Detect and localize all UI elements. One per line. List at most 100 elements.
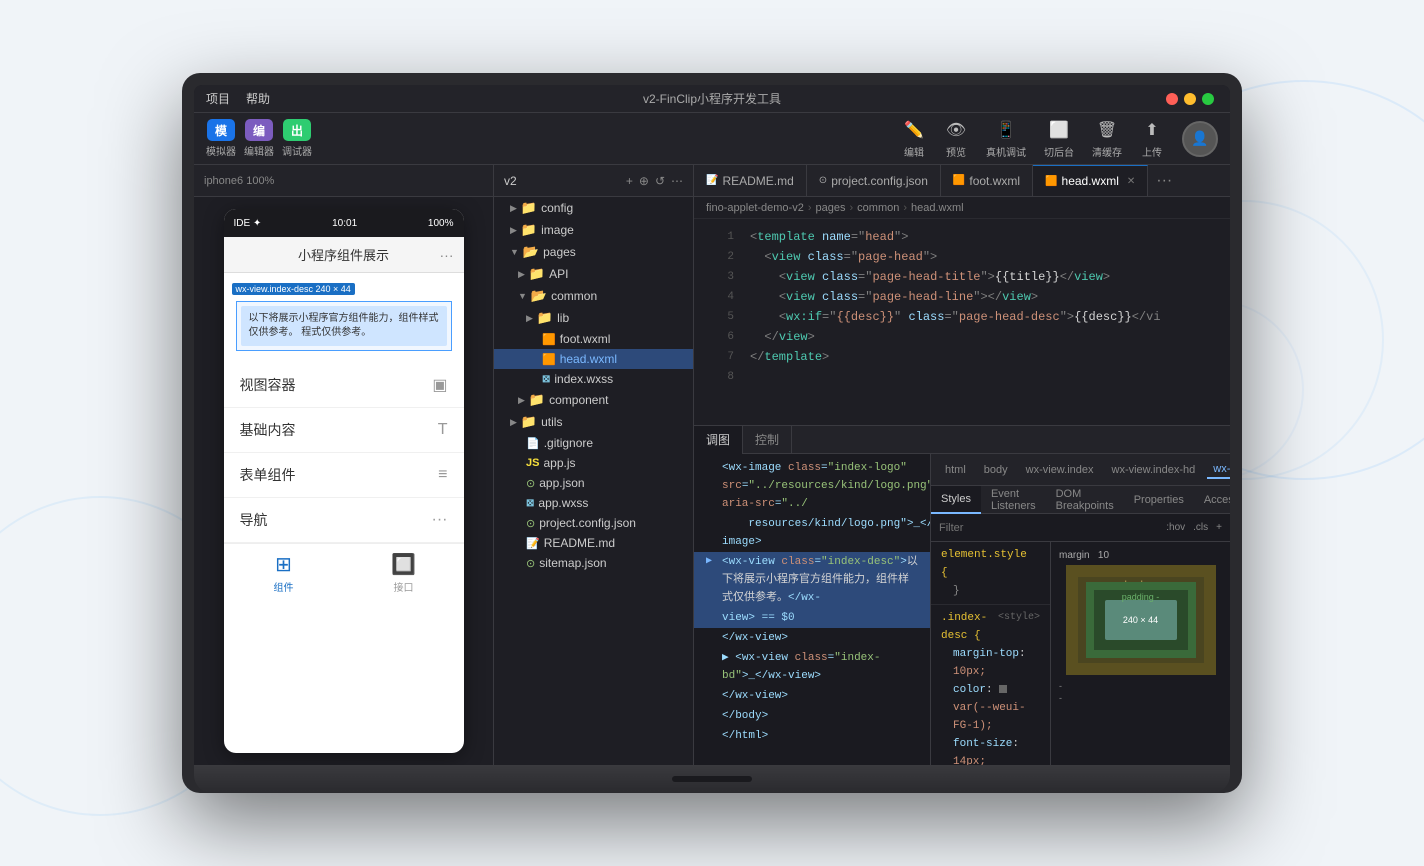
tree-item-readme[interactable]: 📝 README.md (494, 533, 693, 553)
editor-tab-readme[interactable]: 📝 README.md (694, 165, 807, 197)
action-preview[interactable]: 👁 预览 (944, 118, 968, 159)
tree-item-component[interactable]: ▶ 📁 component (494, 389, 693, 411)
edit-icon: ✏️ (902, 118, 926, 142)
code-editor[interactable]: 1 <template name="head"> 2 <view class="… (694, 219, 1230, 425)
html-line-0: <wx-image class="index-logo" src="../res… (694, 458, 930, 514)
editor-tab-label: 编辑器 (244, 143, 274, 158)
tree-item-utils[interactable]: ▶ 📁 utils (494, 411, 693, 433)
bottom-tab-component[interactable]: ⊞ 组件 (224, 544, 344, 602)
phone-nav-list: 视图容器 ▣ 基础内容 T 表单组件 ≡ (224, 363, 464, 543)
editor-tab-head-wxml[interactable]: 🟧 head.wxml ✕ (1033, 165, 1148, 197)
action-background[interactable]: ⬜ 切后台 (1044, 118, 1074, 159)
code-content-2: <view class="page-head"> (750, 247, 1218, 267)
user-avatar[interactable]: 👤 (1182, 121, 1218, 157)
tree-item-lib[interactable]: ▶ 📁 lib (494, 307, 693, 329)
folder-icon-lib: 📁 (537, 310, 553, 326)
selector-wx-view-index-desc[interactable]: wx-view.index-desc (1207, 461, 1230, 479)
tab-more-button[interactable]: ··· (1148, 172, 1180, 190)
code-line-4: 4 <view class="page-head-line"></view> (694, 287, 1230, 307)
tab-debugger[interactable]: 出 调试器 (282, 119, 312, 158)
tab-editor[interactable]: 编 编辑器 (244, 119, 274, 158)
menu-item-help[interactable]: 帮助 (246, 90, 270, 107)
tree-item-image[interactable]: ▶ 📁 image (494, 219, 693, 241)
editor-tab-icon: 编 (245, 119, 273, 141)
app-js-icon: JS (526, 457, 539, 469)
close-button[interactable] (1166, 93, 1178, 105)
code-content-6: </view> (750, 327, 1218, 347)
phone-header-more[interactable]: ··· (440, 247, 454, 263)
styles-tab-accessibility[interactable]: Accessibility (1194, 486, 1230, 514)
preview-icon: 👁 (944, 118, 968, 142)
head-tab-label: head.wxml (1062, 174, 1119, 188)
html-line-1: resources/kind/logo.png">_</wx-image> (694, 514, 930, 552)
tree-icon-4[interactable]: ⋯ (671, 174, 683, 188)
bottom-tab-interface[interactable]: 🔲 接口 (344, 544, 464, 602)
head-tab-close[interactable]: ✕ (1127, 176, 1135, 187)
html-content-1: resources/kind/logo.png">_</wx-image> (722, 515, 930, 551)
styles-tab-dom-breakpoints[interactable]: DOM Breakpoints (1046, 486, 1124, 514)
nav-item-0[interactable]: 视图容器 ▣ (224, 363, 464, 408)
phone-frame: IDE ✦ 10:01 100% 小程序组件展示 ··· (224, 209, 464, 753)
action-clear-cache[interactable]: 🗑 清缓存 (1092, 118, 1122, 159)
tree-item-pages[interactable]: ▼ 📂 pages (494, 241, 693, 263)
tree-item-project-config[interactable]: ⊙ project.config.json (494, 513, 693, 533)
tree-item-app-json[interactable]: ⊙ app.json (494, 473, 693, 493)
styles-tab-styles[interactable]: Styles (931, 486, 981, 514)
bottom-tab-diagram[interactable]: 调图 (694, 426, 743, 454)
editor-tab-project-config[interactable]: ⊙ project.config.json (807, 165, 941, 197)
chevron-image: ▶ (510, 225, 517, 236)
tree-item-sitemap[interactable]: ⊙ sitemap.json (494, 553, 693, 573)
action-upload[interactable]: ⬆ 上传 (1140, 118, 1164, 159)
filter-hov-button[interactable]: :hov (1166, 522, 1185, 533)
border-box: padding - 240 × 44 (1086, 582, 1196, 658)
styles-tab-properties[interactable]: Properties (1124, 486, 1194, 514)
selector-wx-view-index-hd[interactable]: wx-view.index-hd (1106, 462, 1202, 478)
tree-item-index-wxss[interactable]: ⊠ index.wxss (494, 369, 693, 389)
filter-plus-button[interactable]: + (1216, 522, 1222, 533)
tree-item-api[interactable]: ▶ 📁 API (494, 263, 693, 285)
tree-item-app-js[interactable]: JS app.js (494, 453, 693, 473)
tree-label-project-config: project.config.json (539, 516, 636, 530)
laptop-base (194, 765, 1230, 793)
action-device-debug[interactable]: 📱 真机调试 (986, 118, 1026, 159)
head-wxml-icon: 🟧 (542, 353, 556, 366)
debugger-tab-label: 调试器 (282, 143, 312, 158)
code-line-7: 7 </template> (694, 347, 1230, 367)
editor-tab-foot-wxml[interactable]: 🟧 foot.wxml (941, 165, 1033, 197)
selector-html[interactable]: html (939, 462, 972, 478)
style-prop-font-size: font-size: 14px; (953, 735, 1040, 765)
tree-item-common[interactable]: ▼ 📂 common (494, 285, 693, 307)
highlight-container: wx-view.index-desc 240 × 44 以下将展示小程序官方组件… (232, 301, 456, 351)
code-line-2: 2 <view class="page-head"> (694, 247, 1230, 267)
tree-item-gitignore[interactable]: 📄 .gitignore (494, 433, 693, 453)
tree-item-app-wxss[interactable]: ⊠ app.wxss (494, 493, 693, 513)
minimize-button[interactable] (1184, 93, 1196, 105)
tab-simulator[interactable]: 模 模拟器 (206, 119, 236, 158)
tree-item-foot-wxml[interactable]: 🟧 foot.wxml (494, 329, 693, 349)
status-left: IDE ✦ (234, 218, 262, 229)
menubar: 项目 帮助 v2-FinClip小程序开发工具 (194, 85, 1230, 113)
bottom-tab-control[interactable]: 控制 (743, 426, 792, 454)
device-label: iphone6 100% (204, 175, 274, 187)
tree-icon-1[interactable]: + (626, 174, 633, 188)
head-tab-icon: 🟧 (1045, 176, 1057, 187)
menu-item-project[interactable]: 项目 (206, 90, 230, 107)
tree-item-head-wxml[interactable]: 🟧 head.wxml (494, 349, 693, 369)
selector-wx-view-index[interactable]: wx-view.index (1020, 462, 1100, 478)
tree-item-config[interactable]: ▶ 📁 config (494, 197, 693, 219)
filter-cls-button[interactable]: .cls (1193, 522, 1208, 533)
html-line-6: </wx-view> (694, 686, 930, 706)
nav-icon-0: ▣ (432, 375, 447, 395)
tree-icon-2[interactable]: ⊕ (639, 174, 649, 188)
styles-tab-event-listeners[interactable]: Event Listeners (981, 486, 1046, 514)
action-edit[interactable]: ✏️ 编辑 (902, 118, 926, 159)
tree-icon-3[interactable]: ↺ (655, 174, 665, 188)
selector-body[interactable]: body (978, 462, 1014, 478)
upload-icon: ⬆ (1140, 118, 1164, 142)
maximize-button[interactable] (1202, 93, 1214, 105)
nav-item-3[interactable]: 导航 ··· (224, 498, 464, 543)
nav-item-1[interactable]: 基础内容 T (224, 408, 464, 453)
nav-item-2[interactable]: 表单组件 ≡ (224, 453, 464, 498)
breadcrumb-sep-1: › (850, 202, 854, 214)
filter-input[interactable] (939, 522, 1158, 534)
